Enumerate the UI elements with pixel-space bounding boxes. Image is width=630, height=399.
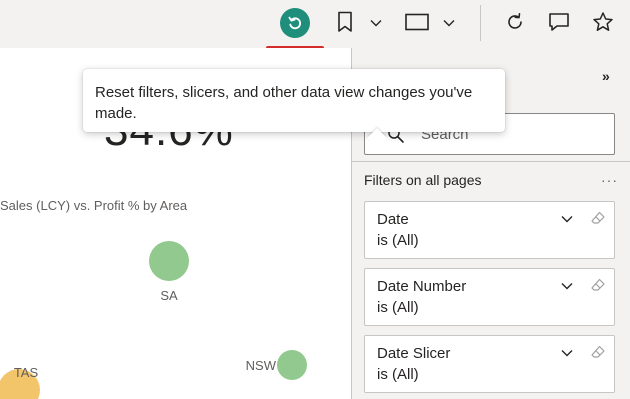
chevron-down-icon[interactable] — [560, 346, 574, 360]
toolbar-divider — [480, 5, 481, 41]
bubble-nsw[interactable] — [277, 350, 307, 380]
chevron-down-icon[interactable] — [560, 279, 574, 293]
filters-section-title: Filters on all pages — [364, 172, 482, 188]
filter-card-date-number[interactable]: Date Number is (All) — [364, 268, 615, 326]
bookmark-icon — [338, 11, 352, 32]
chevron-down-icon[interactable] — [560, 212, 574, 226]
bubble-sa[interactable] — [149, 241, 189, 281]
filter-card-title: Date Slicer — [377, 345, 451, 362]
comment-icon — [549, 13, 569, 31]
eraser-icon[interactable] — [590, 210, 606, 226]
chevron-down-icon — [443, 20, 455, 27]
chevron-down-icon — [370, 20, 382, 27]
view-dropdown-button[interactable] — [441, 15, 457, 31]
filter-card-date[interactable]: Date is (All) — [364, 201, 615, 259]
pane-divider — [352, 161, 630, 162]
reset-icon — [280, 8, 310, 38]
eraser-icon[interactable] — [590, 344, 606, 360]
tooltip-text: Reset filters, slicers, and other data v… — [95, 84, 473, 122]
refresh-button[interactable] — [502, 9, 528, 35]
view-button[interactable] — [404, 10, 430, 34]
star-icon — [593, 12, 613, 31]
collapse-pane-button[interactable]: » — [602, 68, 610, 84]
eraser-icon[interactable] — [590, 277, 606, 293]
comment-button[interactable] — [546, 9, 572, 35]
bookmark-dropdown-button[interactable] — [368, 15, 384, 31]
top-toolbar — [0, 0, 630, 50]
filter-card-title: Date Number — [377, 278, 467, 295]
bubble-label-nsw: NSW — [246, 358, 277, 373]
bookmark-button[interactable] — [334, 8, 356, 36]
reset-button[interactable] — [274, 4, 316, 42]
refresh-icon — [508, 13, 522, 29]
filter-card-value: is (All) — [377, 299, 419, 316]
filter-card-value: is (All) — [377, 232, 419, 249]
filter-card-value: is (All) — [377, 366, 419, 383]
more-options-button[interactable]: ··· — [601, 172, 618, 188]
reset-tooltip: Reset filters, slicers, and other data v… — [83, 69, 505, 148]
bubble-label-sa: SA — [160, 288, 178, 303]
view-icon — [405, 13, 429, 31]
favorite-button[interactable] — [590, 9, 616, 35]
filter-card-date-slicer[interactable]: Date Slicer is (All) — [364, 335, 615, 393]
bubble-label-tas: TAS — [14, 365, 39, 380]
filter-card-title: Date — [377, 211, 409, 228]
